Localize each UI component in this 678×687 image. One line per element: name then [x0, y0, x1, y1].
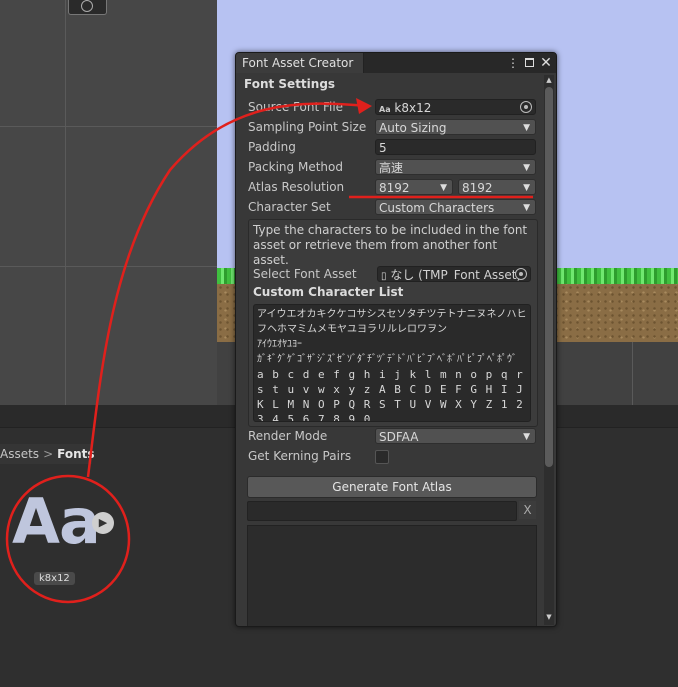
annotation-overlay [5, 98, 533, 604]
annotation-circle [5, 474, 131, 604]
annotation-arrow [86, 102, 369, 478]
annotation-arrowhead [356, 98, 372, 114]
